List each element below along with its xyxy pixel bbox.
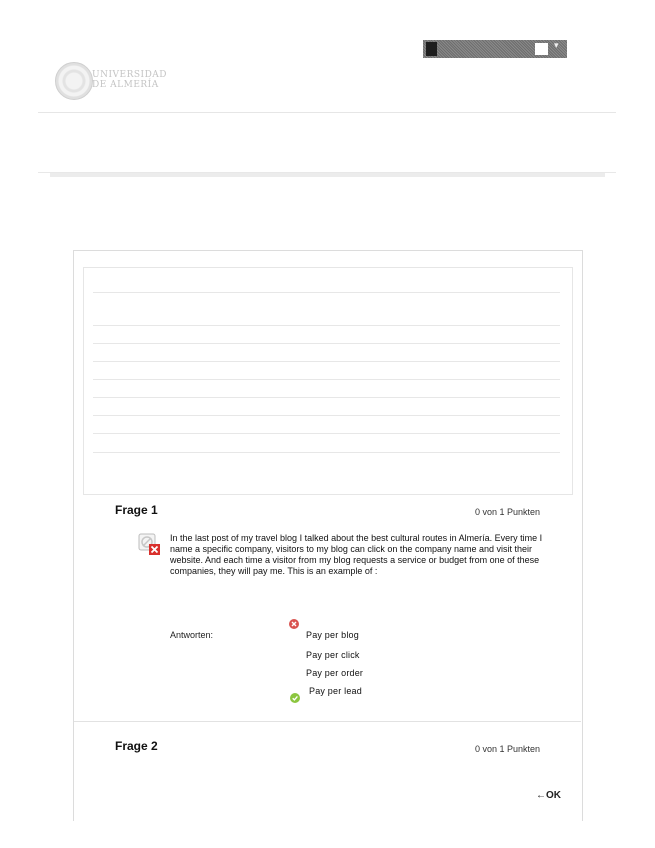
user-name-box xyxy=(535,43,548,55)
summary-row-divider xyxy=(93,379,560,380)
correct-answer-icon xyxy=(290,688,300,703)
summary-row-divider xyxy=(93,361,560,362)
question-1-text: In the last post of my travel blog I tal… xyxy=(170,533,543,576)
university-seal-logo xyxy=(55,62,93,100)
summary-row-divider xyxy=(93,343,560,344)
answers-label: Antworten: xyxy=(170,630,214,640)
summary-row-divider xyxy=(93,433,560,434)
summary-row-divider xyxy=(93,325,560,326)
summary-row-divider xyxy=(93,452,560,453)
nav-bar xyxy=(50,173,605,177)
header-divider xyxy=(38,112,616,113)
answer-option: Pay per blog xyxy=(306,630,359,640)
summary-row-divider xyxy=(93,292,560,293)
wrong-answer-icon xyxy=(289,614,299,629)
user-menu[interactable]: ▾ xyxy=(423,40,567,58)
answer-option: Pay per click xyxy=(306,650,360,660)
summary-row-divider xyxy=(93,397,560,398)
university-logo-text: UNIVERSIDAD DE ALMERÍA xyxy=(92,70,168,90)
user-avatar xyxy=(426,42,437,56)
answer-option-correct: Pay per lead xyxy=(309,686,362,696)
question-2-title: Frage 2 xyxy=(115,739,158,753)
chevron-down-icon[interactable]: ▾ xyxy=(554,41,559,51)
summary-panel xyxy=(83,267,573,495)
incorrect-question-icon xyxy=(138,533,160,557)
question-divider xyxy=(74,721,581,722)
ok-button[interactable]: ←OK xyxy=(536,790,561,801)
summary-row-divider xyxy=(93,415,560,416)
question-1-points: 0 von 1 Punkten xyxy=(475,507,541,517)
answer-option: Pay per order xyxy=(306,668,364,678)
question-2-points: 0 von 1 Punkten xyxy=(475,744,541,754)
question-1-title: Frage 1 xyxy=(115,503,158,517)
